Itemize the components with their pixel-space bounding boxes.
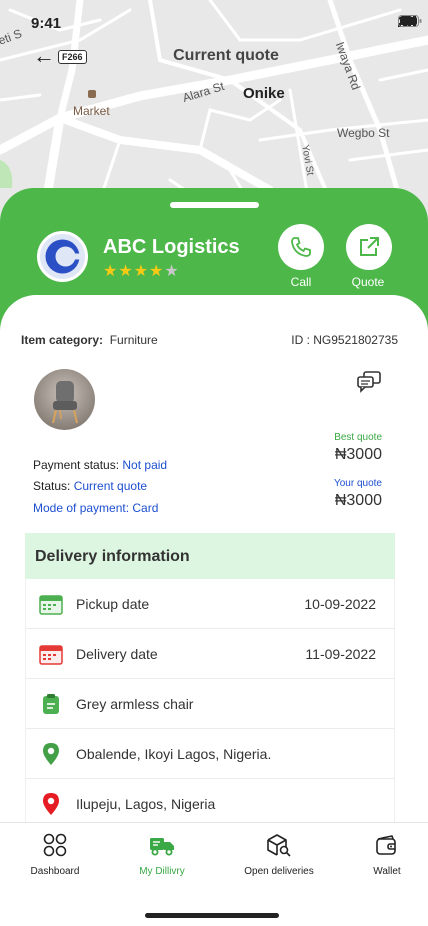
wallet-icon <box>376 835 396 855</box>
pickup-date-row: Pickup date 10-09-2022 <box>25 579 395 629</box>
pickup-date-value: 10-09-2022 <box>304 595 376 612</box>
map-label-market: Market <box>73 104 110 118</box>
nav-my-delivery-label: My Dillivry <box>139 866 185 877</box>
star-icon: ★ <box>149 263 165 280</box>
item-id: ID : NG9521802735 <box>291 333 398 347</box>
delivery-truck-icon <box>150 838 174 856</box>
nav-my-delivery[interactable]: My Dillivry <box>133 833 191 877</box>
calendar-red-icon <box>39 644 63 665</box>
chat-icon[interactable] <box>356 370 382 394</box>
location-pin-red-icon <box>43 792 59 815</box>
dropoff-address: Ilupeju, Lagos, Nigeria <box>76 795 216 812</box>
item-meta-row: Item category: Furniture ID : NG95218027… <box>21 333 398 347</box>
rating-stars: ★★★★★ <box>103 261 180 281</box>
item-category: Item category: Furniture <box>21 333 158 347</box>
quote-sheet: ABC Logistics ★★★★★ Call Quote Item cate… <box>0 188 428 926</box>
star-icon: ★ <box>103 263 119 280</box>
quote-button[interactable] <box>346 224 392 270</box>
payment-mode: Mode of payment: Card <box>33 501 159 515</box>
pickup-address: Obalende, Ikoyi Lagos, Nigeria. <box>76 745 272 762</box>
delivery-date-value: 11-09-2022 <box>305 645 376 662</box>
star-icon: ★ <box>118 263 134 280</box>
call-button[interactable] <box>278 224 324 270</box>
nav-dashboard-label: Dashboard <box>30 866 80 877</box>
clipboard-icon <box>43 693 59 714</box>
bottom-navigation: Dashboard My Dillivry Open deliveries Wa… <box>0 822 428 926</box>
quote-label: Quote <box>351 275 385 289</box>
sheet-handle[interactable] <box>170 202 259 208</box>
map-label-onike: Onike <box>243 85 285 102</box>
location-pin-green-icon <box>43 742 59 765</box>
delivery-date-row: Delivery date 11-09-2022 <box>25 629 395 679</box>
call-label: Call <box>290 275 312 289</box>
dashboard-icon <box>43 833 67 857</box>
external-link-icon <box>360 237 379 256</box>
star-icon: ★ <box>133 263 150 280</box>
market-icon <box>88 90 96 98</box>
phone-icon <box>291 237 311 257</box>
item-name: Grey armless chair <box>76 695 194 712</box>
chair-image <box>52 381 78 424</box>
best-quote-label: Best quote <box>334 432 382 443</box>
calendar-green-icon <box>39 594 63 615</box>
nav-open-deliveries[interactable]: Open deliveries <box>240 833 318 877</box>
best-quote: Best quote ₦3000 <box>334 432 382 464</box>
pickup-address-row: Obalende, Ikoyi Lagos, Nigeria. <box>25 729 395 779</box>
status-bar: 9:41 <box>0 0 428 44</box>
delivery-heading: Delivery information <box>25 533 395 579</box>
delivery-information: Delivery information Pickup date 10-09-2… <box>25 533 395 829</box>
your-quote-value: ₦3000 <box>334 492 382 509</box>
nav-open-deliveries-label: Open deliveries <box>244 866 314 877</box>
star-empty-icon: ★ <box>164 263 180 280</box>
order-status: Status: Current quote <box>33 479 148 493</box>
nav-wallet-label: Wallet <box>373 866 401 877</box>
home-indicator <box>145 913 279 918</box>
nav-wallet[interactable]: Wallet <box>364 833 410 877</box>
your-quote-label: Your quote <box>333 478 382 489</box>
nav-dashboard[interactable]: Dashboard <box>24 833 86 877</box>
company-name: ABC Logistics <box>103 236 240 258</box>
your-quote: Your quote ₦3000 <box>334 478 382 510</box>
status-time: 9:41 <box>31 15 62 32</box>
item-name-row: Grey armless chair <box>25 679 395 729</box>
package-search-icon <box>267 834 291 857</box>
payment-info: Payment status: Not paid Status: Current… <box>33 455 167 519</box>
item-photo[interactable] <box>34 369 95 430</box>
company-logo <box>37 231 88 282</box>
battery-icon <box>398 15 422 27</box>
page-title: Current quote <box>173 47 279 64</box>
payment-status: Payment status: Not paid <box>33 458 168 472</box>
best-quote-value: ₦3000 <box>334 446 382 463</box>
map-label-wegbo: Wegbo St <box>337 126 390 140</box>
